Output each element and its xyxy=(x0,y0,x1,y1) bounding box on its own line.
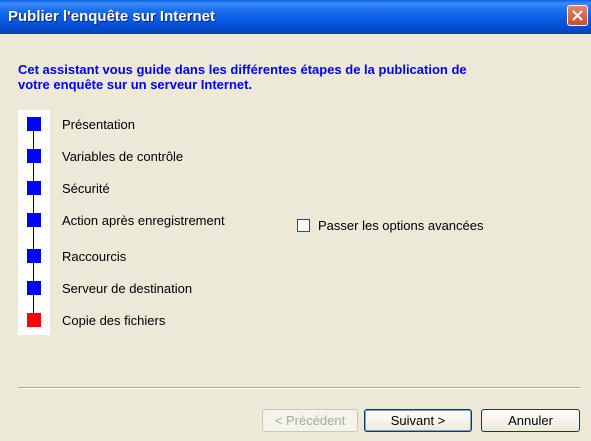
skip-advanced-label[interactable]: Passer les options avancées xyxy=(318,218,483,233)
intro-text: Cet assistant vous guide dans les différ… xyxy=(18,62,467,92)
step-marker xyxy=(27,181,41,195)
step-marker xyxy=(27,249,41,263)
step-label: Sécurité xyxy=(62,181,110,196)
skip-advanced-checkbox[interactable] xyxy=(297,219,310,232)
title-bar[interactable]: Publier l'enquête sur Internet xyxy=(0,0,591,34)
separator-highlight xyxy=(18,388,580,389)
step-marker xyxy=(27,213,41,227)
step-label: Variables de contrôle xyxy=(62,149,184,164)
window-title: Publier l'enquête sur Internet xyxy=(8,8,215,25)
step-marker xyxy=(27,281,41,295)
close-button[interactable] xyxy=(567,5,588,26)
step-label: Raccourcis xyxy=(62,249,127,264)
skip-advanced-option[interactable]: Passer les options avancées xyxy=(297,218,483,233)
step-marker xyxy=(27,149,41,163)
step-marker-current xyxy=(27,313,41,327)
step-label: Copie des fichiers xyxy=(62,313,166,328)
next-button[interactable]: Suivant > xyxy=(364,409,472,432)
previous-button[interactable]: < Précédent xyxy=(262,409,358,432)
wizard-window: Publier l'enquête sur Internet Cet assis… xyxy=(0,0,591,441)
step-marker xyxy=(27,117,41,131)
cancel-button[interactable]: Annuler xyxy=(481,409,580,432)
step-label: Action après enregistrement xyxy=(62,213,225,228)
step-label: Serveur de destination xyxy=(62,281,193,296)
close-icon xyxy=(572,10,583,21)
step-label: Présentation xyxy=(62,117,135,132)
